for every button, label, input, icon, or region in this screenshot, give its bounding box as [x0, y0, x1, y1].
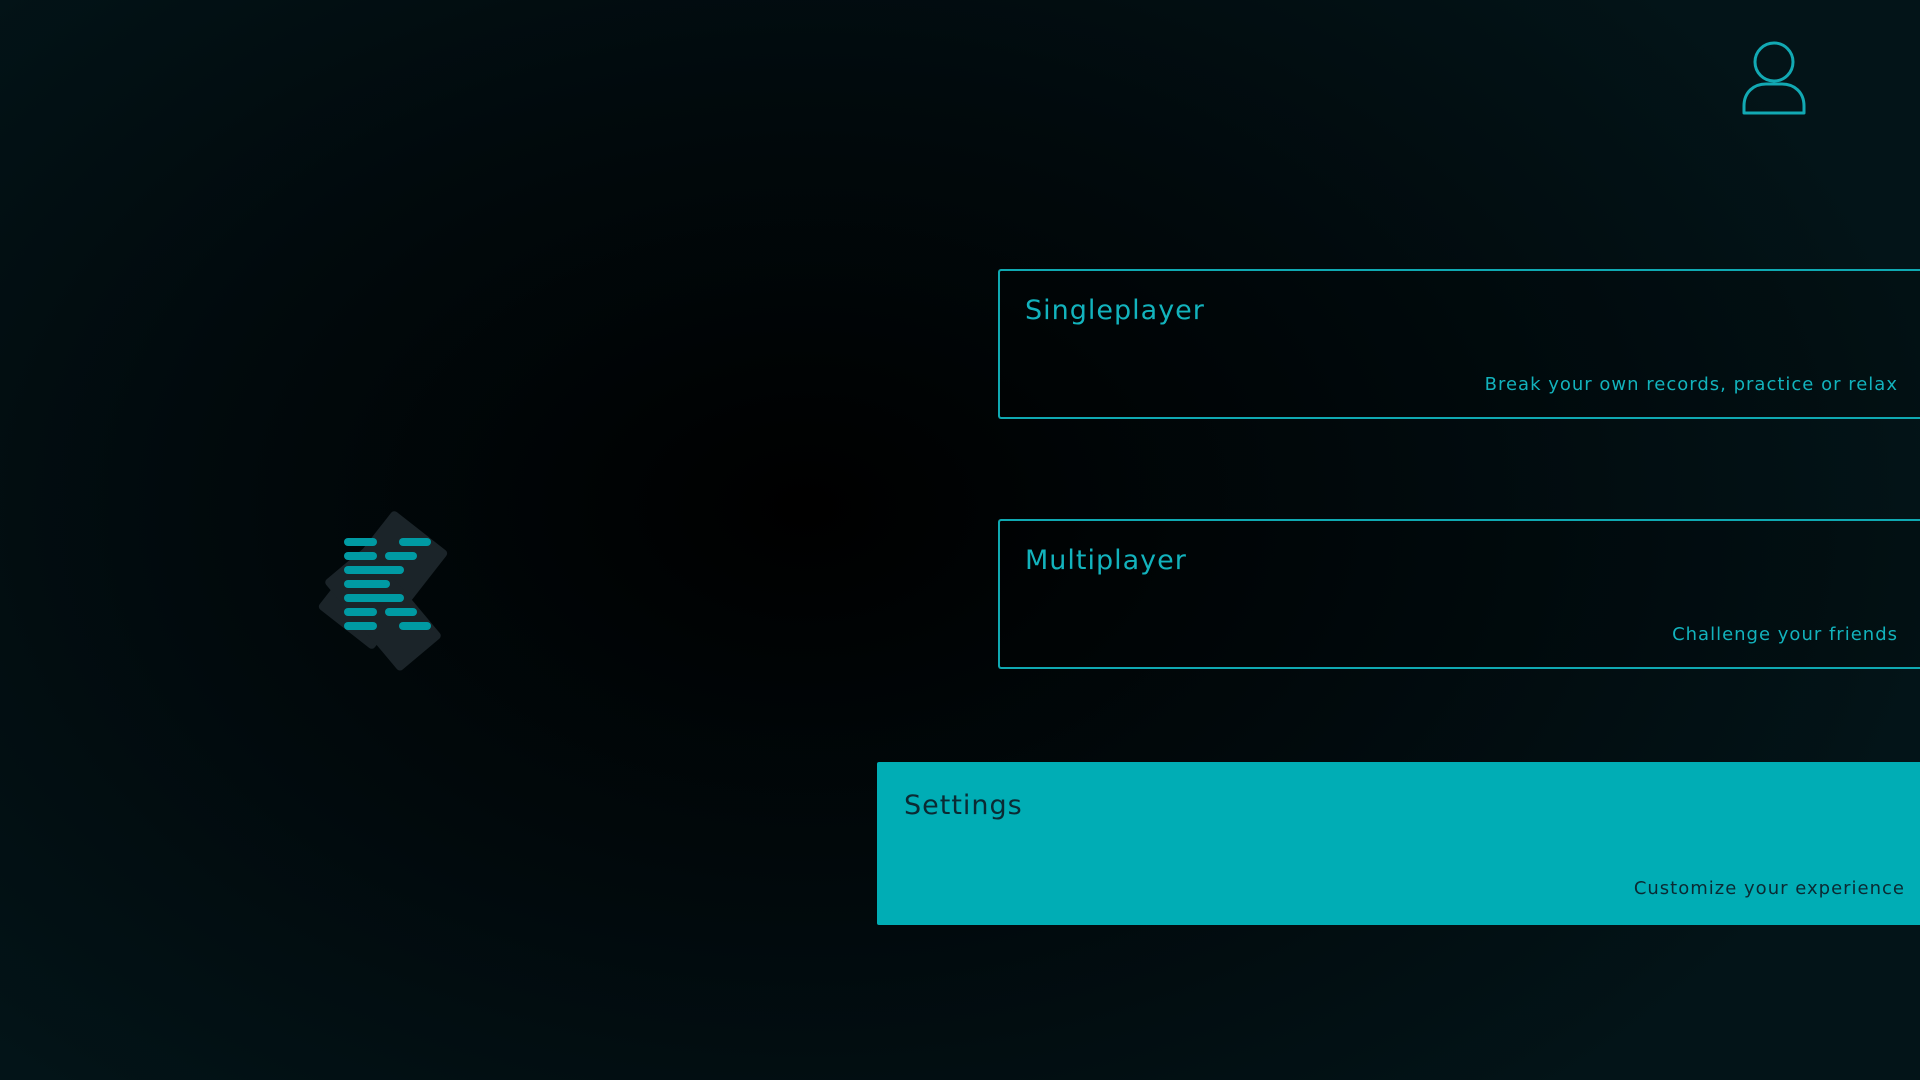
settings-title: Settings [904, 790, 1023, 821]
settings-button[interactable]: Settings Customize your experience [877, 762, 1920, 925]
profile-button[interactable] [1738, 40, 1810, 120]
settings-subtitle: Customize your experience [1633, 878, 1905, 899]
multiplayer-title: Multiplayer [1025, 545, 1187, 576]
singleplayer-subtitle: Break your own records, practice or rela… [1484, 374, 1898, 395]
singleplayer-button[interactable]: Singleplayer Break your own records, pra… [998, 269, 1920, 419]
game-logo [300, 500, 470, 680]
singleplayer-title: Singleplayer [1025, 295, 1205, 326]
multiplayer-button[interactable]: Multiplayer Challenge your friends [998, 519, 1920, 669]
user-icon [1742, 41, 1806, 115]
logo-tile-back [318, 511, 448, 671]
multiplayer-subtitle: Challenge your friends [1672, 624, 1898, 645]
